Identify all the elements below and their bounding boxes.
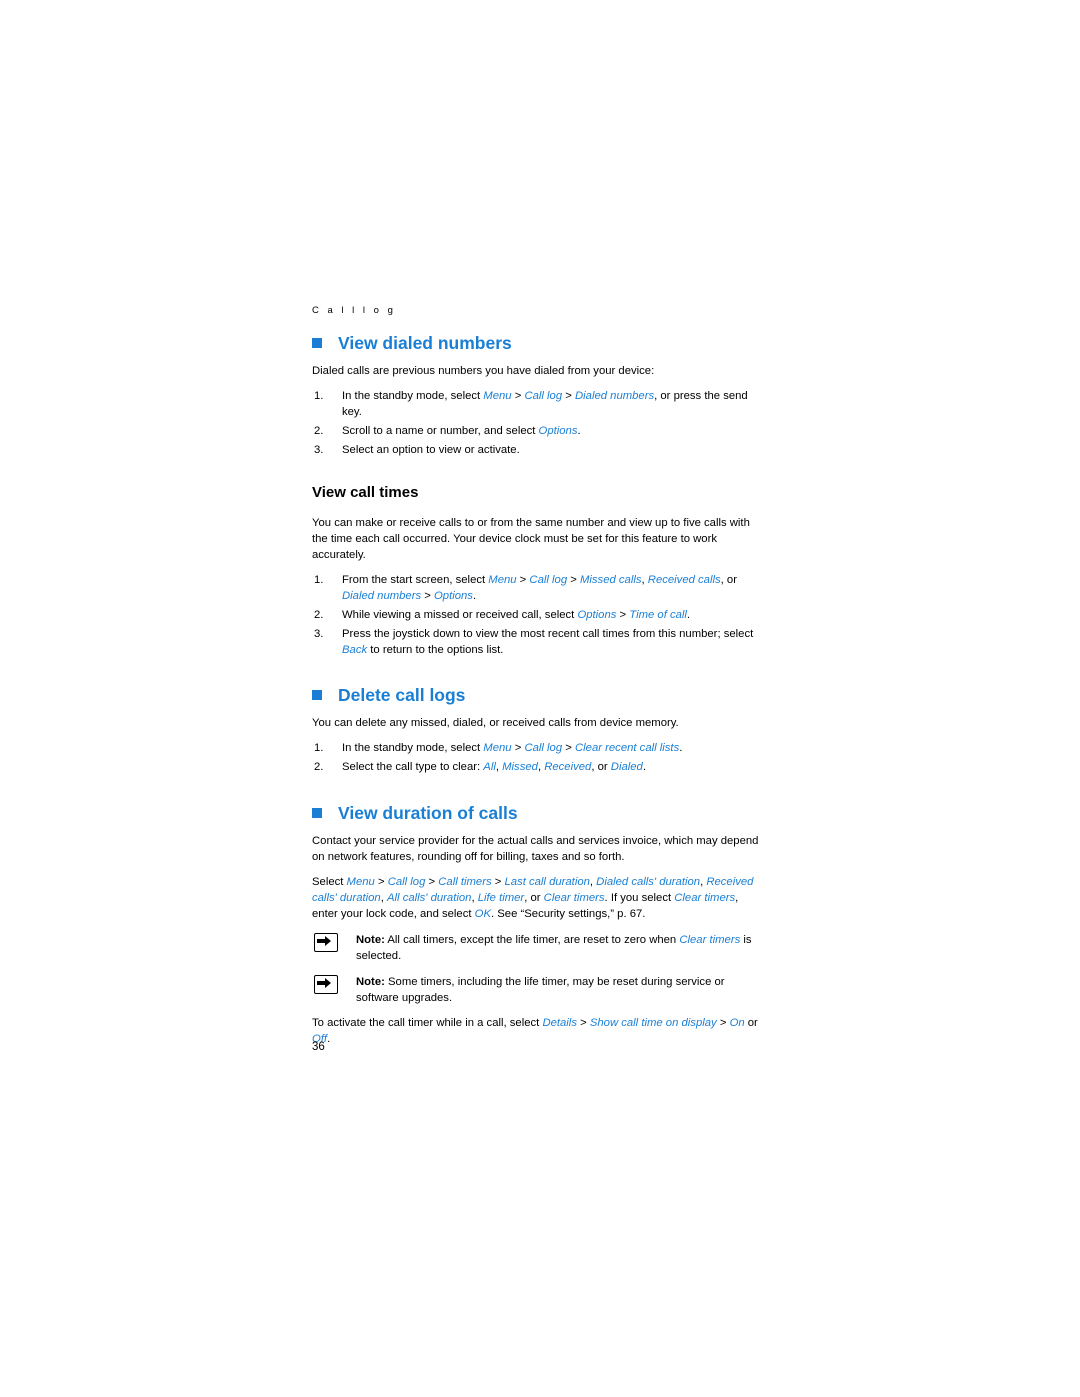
paragraph-dialed-intro: Dialed calls are previous numbers you ha… xyxy=(312,365,655,377)
list-text: Scroll to a name or number, and select O… xyxy=(342,425,581,438)
list-number: 2. xyxy=(314,425,324,438)
list-item: 2. While viewing a missed or received ca… xyxy=(312,607,762,623)
note-text: Note: All call timers, except the life t… xyxy=(356,933,752,962)
square-bullet-icon xyxy=(312,338,322,348)
list-number: 3. xyxy=(314,628,324,641)
heading-view-duration-of-calls: View duration of calls xyxy=(312,803,762,824)
heading-text: Delete call logs xyxy=(338,685,466,706)
list-item: 1. In the standby mode, select Menu > Ca… xyxy=(312,740,762,756)
list-item: 1. From the start screen, select Menu > … xyxy=(312,572,762,604)
list-number: 1. xyxy=(314,390,324,403)
square-bullet-icon xyxy=(312,807,322,818)
note-text: Note: Some timers, including the life ti… xyxy=(356,975,725,1004)
paragraph-duration-intro: Contact your service provider for the ac… xyxy=(312,834,759,863)
note-block: Note: All call timers, except the life t… xyxy=(312,932,762,964)
list-item: 3. Select an option to view or activate. xyxy=(312,442,762,458)
document-page: C a l l l o g View dialed numbers Dialed… xyxy=(0,0,1080,1397)
paragraph-duration-select: Select Menu > Call log > Call timers > L… xyxy=(312,875,754,920)
page-number: 36 xyxy=(312,1041,325,1053)
list-dialed-steps: 1. In the standby mode, select Menu > Ca… xyxy=(312,388,762,458)
list-text: Press the joystick down to view the most… xyxy=(342,628,754,657)
paragraph-delete-intro: You can delete any missed, dialed, or re… xyxy=(312,717,679,730)
list-item: 2. Select the call type to clear: All, M… xyxy=(312,759,762,775)
list-text: Select an option to view or activate. xyxy=(342,444,520,457)
list-item: 1. In the standby mode, select Menu > Ca… xyxy=(312,388,762,420)
running-head: C a l l l o g xyxy=(312,305,396,316)
list-number: 2. xyxy=(314,609,324,622)
list-call-times-steps: 1. From the start screen, select Menu > … xyxy=(312,572,762,658)
list-text: Select the call type to clear: All, Miss… xyxy=(342,761,646,774)
list-number: 1. xyxy=(314,742,324,755)
list-text: In the standby mode, select Menu > Call … xyxy=(342,742,683,755)
note-label: Note: xyxy=(356,975,385,988)
list-item: 2. Scroll to a name or number, and selec… xyxy=(312,423,762,439)
list-number: 1. xyxy=(314,574,324,587)
list-text: From the start screen, select Menu > Cal… xyxy=(342,574,737,603)
heading-view-call-times: View call times xyxy=(312,484,419,502)
list-item: 3. Press the joystick down to view the m… xyxy=(312,626,762,658)
note-label: Note: xyxy=(356,933,385,946)
list-text: While viewing a missed or received call,… xyxy=(342,609,691,622)
list-text: In the standby mode, select Menu > Call … xyxy=(342,390,748,419)
heading-view-dialed-numbers: View dialed numbers xyxy=(312,333,762,354)
heading-delete-call-logs: Delete call logs xyxy=(312,685,762,706)
heading-text: View dialed numbers xyxy=(338,333,512,353)
list-number: 3. xyxy=(314,444,324,457)
note-block: Note: Some timers, including the life ti… xyxy=(312,974,762,1006)
paragraph-duration-closing: To activate the call timer while in a ca… xyxy=(312,1016,758,1045)
note-arrow-icon xyxy=(314,932,338,952)
heading-text: View duration of calls xyxy=(338,802,518,823)
list-delete-steps: 1. In the standby mode, select Menu > Ca… xyxy=(312,740,762,775)
page-content: C a l l l o g View dialed numbers Dialed… xyxy=(312,305,762,1056)
square-bullet-icon xyxy=(312,690,322,701)
list-number: 2. xyxy=(314,761,324,774)
note-arrow-icon xyxy=(314,974,338,994)
paragraph-call-times-intro: You can make or receive calls to or from… xyxy=(312,517,750,562)
